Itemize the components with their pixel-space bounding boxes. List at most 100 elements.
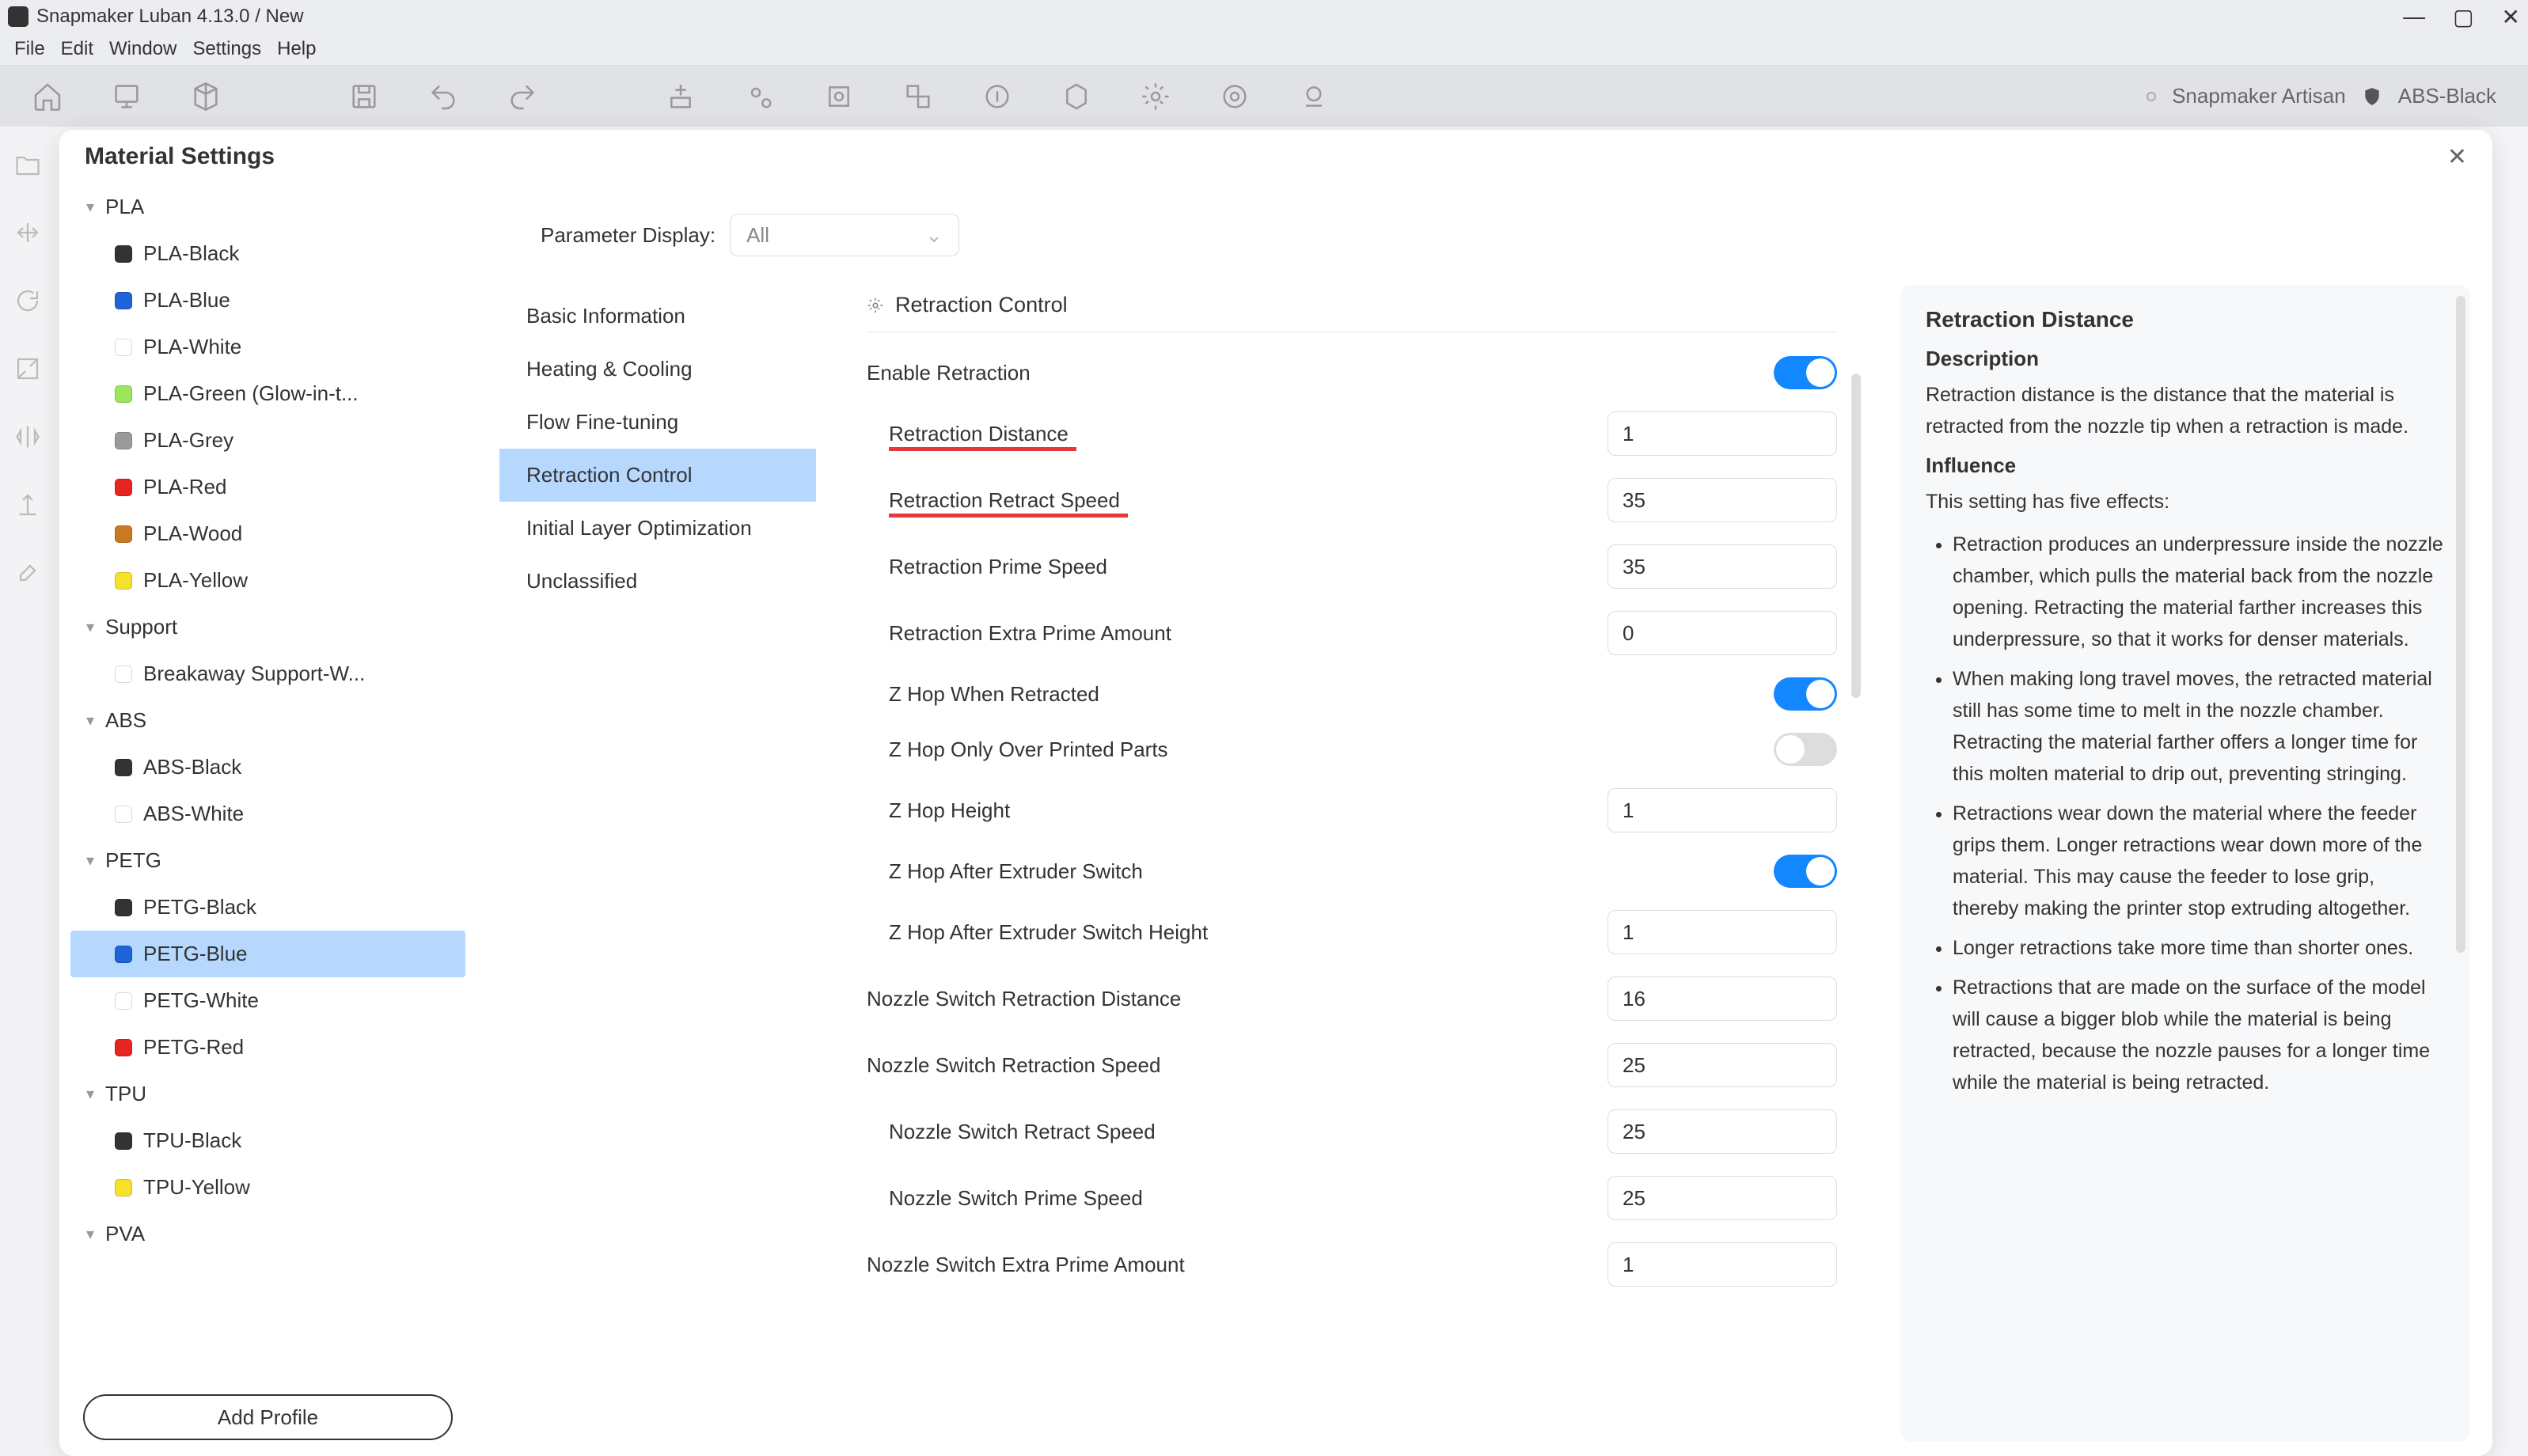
tree-item[interactable]: ABS-Black — [70, 744, 465, 791]
move-icon[interactable] — [13, 218, 42, 247]
tree-item[interactable]: PETG-White — [70, 977, 465, 1024]
number-field[interactable] — [1623, 798, 1861, 823]
tree-group-pla[interactable]: ▾PLA — [70, 184, 465, 230]
setting-label: Retraction Extra Prime Amount — [889, 621, 1171, 646]
tree-item[interactable]: PETG-Blue — [70, 931, 465, 977]
tree-item[interactable]: PETG-Black — [70, 884, 465, 931]
number-field[interactable] — [1623, 1253, 1861, 1277]
tree-item[interactable]: PLA-White — [70, 324, 465, 370]
modal-close-button[interactable]: ✕ — [2447, 143, 2467, 171]
workspace-icon[interactable] — [111, 81, 142, 112]
number-input[interactable]: mm/s — [1608, 1176, 1837, 1220]
toggle[interactable] — [1774, 855, 1837, 888]
printer-name[interactable]: Snapmaker Artisan — [2172, 84, 2346, 108]
target-icon[interactable] — [1219, 81, 1251, 112]
tree-item[interactable]: PLA-Grey — [70, 417, 465, 464]
tree-item[interactable]: PLA-Green (Glow-in-t... — [70, 370, 465, 417]
tree-group-support[interactable]: ▾Support — [70, 604, 465, 650]
tree-group-tpu[interactable]: ▾TPU — [70, 1071, 465, 1117]
frame-icon[interactable] — [823, 81, 855, 112]
setting-label: Nozzle Switch Retract Speed — [889, 1120, 1156, 1144]
save-icon[interactable] — [348, 81, 380, 112]
camera-icon[interactable] — [1298, 81, 1330, 112]
home-icon[interactable] — [32, 81, 63, 112]
gears-icon[interactable] — [744, 81, 776, 112]
tree-item[interactable]: PLA-Wood — [70, 510, 465, 557]
add-profile-button[interactable]: Add Profile — [83, 1394, 453, 1440]
undo-icon[interactable] — [427, 81, 459, 112]
menu-settings[interactable]: Settings — [192, 38, 261, 60]
color-swatch — [115, 245, 132, 263]
number-input[interactable]: mm3 — [1608, 611, 1837, 655]
number-field[interactable] — [1623, 621, 1861, 646]
arrange-icon[interactable] — [902, 81, 934, 112]
number-field[interactable] — [1623, 1120, 1861, 1144]
number-input[interactable]: mm/s — [1608, 1109, 1837, 1154]
tree-item-label: ABS-White — [143, 802, 244, 826]
param-display-value: All — [746, 223, 769, 248]
category-item[interactable]: Retraction Control — [499, 449, 816, 502]
toggle[interactable] — [1774, 677, 1837, 711]
tree-group-pva[interactable]: ▾PVA — [70, 1211, 465, 1257]
settings-scrollbar[interactable] — [1851, 318, 1861, 1440]
number-field[interactable] — [1623, 1053, 1861, 1078]
tree-item[interactable]: Breakaway Support-W... — [70, 650, 465, 697]
param-display-select[interactable]: All ⌄ — [730, 214, 959, 256]
toggle[interactable] — [1774, 356, 1837, 389]
add-shape-icon[interactable] — [665, 81, 697, 112]
toggle[interactable] — [1774, 733, 1837, 766]
number-field[interactable] — [1623, 920, 1861, 945]
tree-item[interactable]: ABS-White — [70, 791, 465, 837]
desc-scrollbar[interactable] — [2456, 296, 2465, 1431]
hex-icon[interactable] — [1061, 81, 1092, 112]
category-item[interactable]: Initial Layer Optimization — [499, 502, 816, 555]
tree-item[interactable]: PLA-Red — [70, 464, 465, 510]
number-input[interactable]: mm/s — [1608, 478, 1837, 522]
category-item[interactable]: Flow Fine-tuning — [499, 396, 816, 449]
scale-bg-icon[interactable] — [13, 355, 42, 383]
number-field[interactable] — [1623, 555, 1861, 579]
number-input[interactable]: mm — [1608, 976, 1837, 1021]
number-field[interactable] — [1623, 422, 1861, 446]
number-input[interactable]: mm — [1608, 411, 1837, 456]
close-button[interactable]: ✕ — [2502, 4, 2520, 30]
category-item[interactable]: Heating & Cooling — [499, 343, 816, 396]
number-input[interactable]: mm — [1608, 788, 1837, 832]
number-field[interactable] — [1623, 488, 1861, 513]
category-item[interactable]: Basic Information — [499, 290, 816, 343]
settings-gear-icon[interactable] — [1140, 81, 1171, 112]
tree-item[interactable]: PLA-Blue — [70, 277, 465, 324]
category-item[interactable]: Unclassified — [499, 555, 816, 608]
brush-bg-icon[interactable] — [13, 559, 42, 587]
support-bg-icon[interactable] — [13, 491, 42, 519]
tree-item[interactable]: TPU-Yellow — [70, 1164, 465, 1211]
tree-item[interactable]: PLA-Black — [70, 230, 465, 277]
minimize-button[interactable]: — — [2403, 4, 2425, 30]
mirror-bg-icon[interactable] — [13, 423, 42, 451]
model-icon[interactable] — [190, 81, 222, 112]
rotate-bg-icon[interactable] — [13, 286, 42, 315]
menu-file[interactable]: File — [14, 38, 45, 60]
number-input[interactable]: mm/s — [1608, 544, 1837, 589]
number-field[interactable] — [1623, 987, 1861, 1011]
number-input[interactable]: mm — [1608, 910, 1837, 954]
number-field[interactable] — [1623, 1186, 1861, 1211]
number-input[interactable]: mm3 — [1608, 1242, 1837, 1287]
menu-edit[interactable]: Edit — [61, 38, 93, 60]
coin-icon[interactable] — [981, 81, 1013, 112]
menu-window[interactable]: Window — [109, 38, 177, 60]
tree-item[interactable]: PLA-Yellow — [70, 557, 465, 604]
setting-row: Z Hop Only Over Printed Parts — [867, 722, 1837, 777]
tree-item[interactable]: PETG-Red — [70, 1024, 465, 1071]
color-swatch — [115, 992, 132, 1010]
settings-list: Retraction Control Enable RetractionRetr… — [816, 271, 1861, 1456]
redo-icon[interactable] — [507, 81, 538, 112]
menu-help[interactable]: Help — [277, 38, 316, 60]
maximize-button[interactable]: ▢ — [2453, 4, 2473, 30]
folder-icon[interactable] — [13, 150, 42, 179]
tree-group-petg[interactable]: ▾PETG — [70, 837, 465, 884]
material-name[interactable]: ABS-Black — [2398, 84, 2496, 108]
tree-item[interactable]: TPU-Black — [70, 1117, 465, 1164]
tree-group-abs[interactable]: ▾ABS — [70, 697, 465, 744]
number-input[interactable]: mm/s — [1608, 1043, 1837, 1087]
